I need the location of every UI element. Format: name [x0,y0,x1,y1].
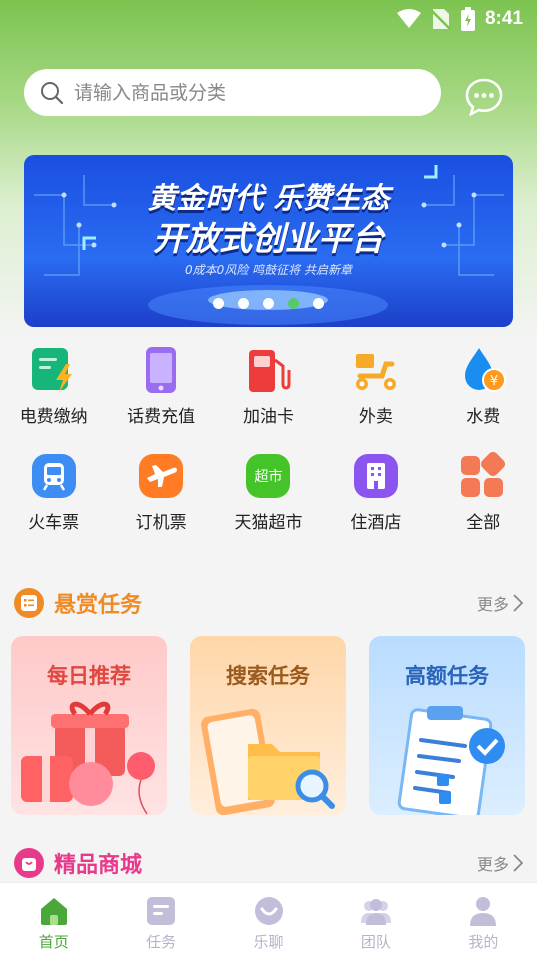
more-label: 更多 [476,595,509,614]
service-fuel-card[interactable]: 加油卡 [215,340,322,432]
status-bar: 8:41 [0,0,537,38]
task-list-icon [14,588,44,618]
service-hotel[interactable]: 住酒店 [322,446,429,538]
all-grid-icon [461,452,506,497]
service-flight-ticket[interactable]: 订机票 [107,446,214,538]
home-icon [40,898,67,925]
promo-banner[interactable]: 黄金时代 乐赞生态 开放式创业平台 0成本0风险 鸣鼓征将 共启新章 [24,155,513,327]
service-all[interactable]: 全部 [430,446,537,538]
banner-dot[interactable] [238,298,249,309]
clipboard-check-icon [397,706,505,815]
bottom-navigation: 首页 任务 乐聊 团队 我的 [0,882,537,956]
more-link[interactable]: 更多 [477,591,523,615]
banner-pagination[interactable] [24,298,513,309]
folder-search-icon [201,708,335,815]
nav-label: 任务 [146,933,177,951]
banner-title: 开放式创业平台 [153,219,384,258]
tab-chat[interactable]: 乐聊 [215,883,322,956]
wifi-icon [396,9,421,28]
task-cards: 每日推荐 搜索任务 高额任务 [11,636,526,815]
svg-text:¥: ¥ [490,374,498,389]
high-reward-task-card[interactable]: 高额任务 [369,636,525,815]
status-time: 8:41 [484,8,523,29]
chevron-right-icon [513,854,523,872]
shopping-bag-icon [14,848,44,878]
tab-home[interactable]: 首页 [0,883,107,956]
nav-label: 我的 [468,933,499,951]
nav-label: 乐聊 [253,933,284,951]
phone-icon [146,347,177,393]
search-bar[interactable] [24,69,441,116]
tab-team[interactable]: 团队 [322,883,429,956]
service-tmall-supermarket[interactable]: 天猫超市 [215,446,322,538]
more-link[interactable]: 更多 [477,851,523,875]
chevron-right-icon [513,594,523,612]
nav-label: 团队 [360,933,391,951]
service-label: 天猫超市 [234,513,303,533]
team-icon [360,899,391,925]
service-label: 外卖 [358,407,393,427]
service-label: 加油卡 [242,407,294,427]
reward-section-header: 悬赏任务 更多 [14,586,523,620]
service-label: 订机票 [135,513,187,533]
mall-section-header: 精品商城 更多 [14,846,523,880]
electricity-icon [31,348,72,392]
supermarket-icon [246,454,291,498]
card-title: 高额任务 [405,664,489,688]
train-icon [31,454,76,498]
service-label: 全部 [466,513,501,533]
banner-dot[interactable] [213,298,224,309]
tab-profile[interactable]: 我的 [430,883,537,956]
search-icon [41,81,64,104]
more-label: 更多 [476,855,509,874]
message-icon[interactable] [465,78,503,116]
nav-label: 首页 [38,933,69,951]
banner-dot[interactable] [288,298,299,309]
service-label: 火车票 [28,513,80,533]
daily-recommend-card[interactable]: 每日推荐 [11,636,167,815]
gift-box-icon [21,701,155,815]
banner-headline: 黄金时代 乐赞生态 [147,181,390,215]
scooter-icon [355,354,396,390]
tab-tasks[interactable]: 任务 [107,883,214,956]
battery-icon [460,7,475,31]
card-title: 搜索任务 [226,664,310,688]
airplane-icon [139,454,184,498]
service-electricity[interactable]: 电费缴纳 [0,340,107,432]
card-title: 每日推荐 [47,664,131,688]
service-label: 住酒店 [350,513,402,533]
water-drop-icon: ¥ [465,348,507,392]
service-label: 水费 [466,407,501,427]
service-label: 话费充值 [127,407,196,427]
section-title: 精品商城 [54,853,143,878]
banner-dot[interactable] [313,298,324,309]
profile-icon [470,897,497,926]
hotel-icon [353,454,398,498]
service-label: 电费缴纳 [19,407,88,427]
task-icon [147,897,176,925]
search-input[interactable] [74,81,404,104]
chat-smile-icon [254,897,283,925]
fuel-icon [249,350,291,392]
service-train-ticket[interactable]: 火车票 [0,446,107,538]
section-title: 悬赏任务 [54,593,143,618]
banner-subtitle: 0成本0风险 鸣鼓征将 共启新章 [185,263,352,277]
service-takeout[interactable]: 外卖 [322,340,429,432]
banner-dot[interactable] [263,298,274,309]
service-grid: 电费缴纳 话费充值 加油卡 外卖 ¥ 水费 火车票 订机票 天猫超市 住酒店 全… [0,340,537,538]
no-sim-icon [430,9,451,30]
service-water-bill[interactable]: ¥ 水费 [430,340,537,432]
search-task-card[interactable]: 搜索任务 [190,636,346,815]
service-phone-recharge[interactable]: 话费充值 [107,340,214,432]
